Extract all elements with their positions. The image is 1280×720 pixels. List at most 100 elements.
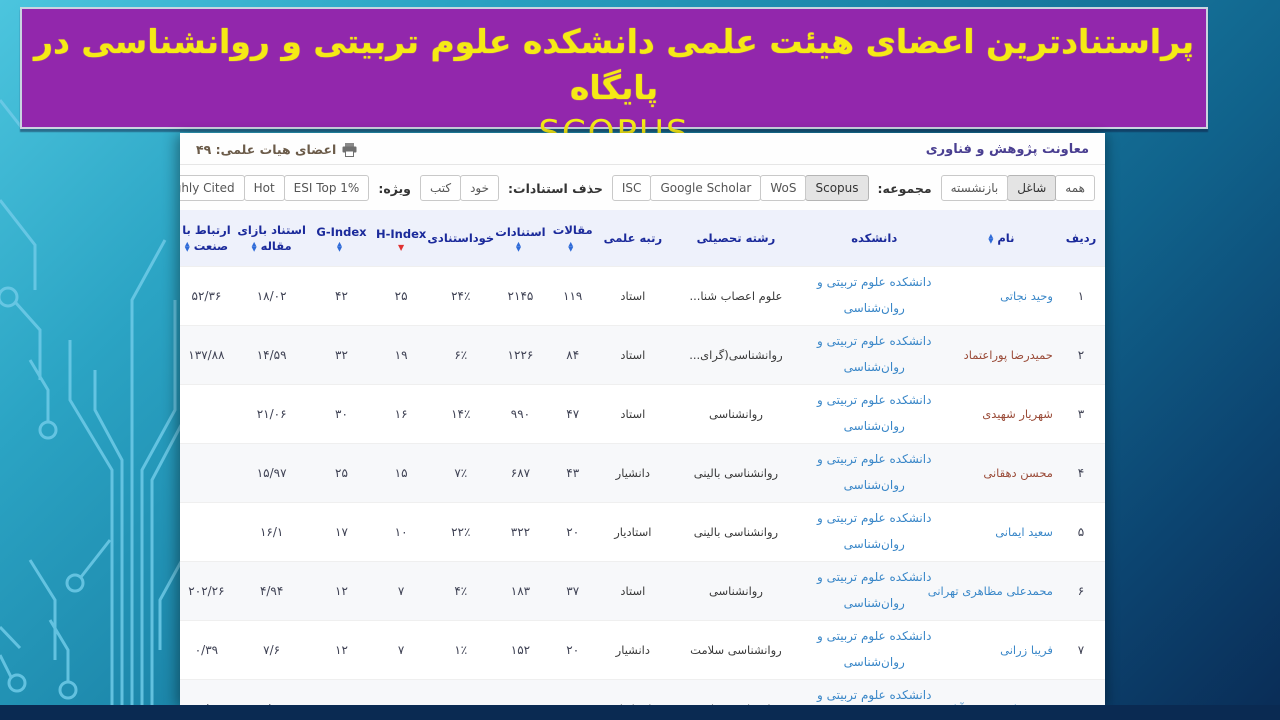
cell-papers: ۲۰ xyxy=(566,525,580,539)
column-header-name[interactable]: نام ▲ ▼ xyxy=(946,230,1057,246)
table-row: ۷ فریبا زرانی دانشکده علوم تربیتی و روان‌ش… xyxy=(180,620,1105,679)
sort-icon[interactable]: ▲ ▼ xyxy=(185,240,190,252)
cell-faculty: دانشکده علوم تربیتی و روان‌شناسی xyxy=(803,447,946,499)
filter-toolbar: همه شاغل بازنشسته مجموعه: Scopus WoS Google Sc… xyxy=(180,165,1105,210)
cell-h_index: ۱۶ xyxy=(394,407,408,421)
column-header-label: مقالات ▲ ▼ xyxy=(552,223,593,253)
cell-h_index: ۱۹ xyxy=(394,348,408,362)
sort-desc-icon[interactable]: ▼ xyxy=(398,243,404,251)
cell-cites_per_paper: ۱۶/۱ xyxy=(259,525,284,539)
cell-name: محمدعلی مظاهری تهرانی xyxy=(928,584,1057,598)
faculty-link[interactable]: دانشکده علوم تربیتی و روان‌شناسی xyxy=(813,447,935,499)
status-tab-retired[interactable]: بازنشسته xyxy=(940,175,1009,201)
column-header-label: استنادات xyxy=(495,225,546,239)
column-header-cites_per_paper[interactable]: استناد بازای مقاله ▲ ▼ xyxy=(233,222,311,254)
members-count: اعضای هیات علمی: ۴۹ xyxy=(196,142,357,157)
column-header-papers[interactable]: مقالات ▲ ▼ xyxy=(549,222,596,254)
cell-citations: ۲۱۴۵ xyxy=(507,289,534,303)
table-row: ۶ محمدعلی مظاهری تهرانی دانشکده علوم تربیت… xyxy=(180,561,1105,620)
cell-g_index: ۳۰ xyxy=(335,407,348,421)
column-header-citations[interactable]: استنادات ▲ ▼ xyxy=(492,224,549,252)
cell-papers: ۲۰ xyxy=(566,643,580,657)
remove-citations-btn-self[interactable]: خود xyxy=(460,175,500,201)
column-header-field: رشته تحصیلی xyxy=(669,230,802,246)
cell-papers: ۸۴ xyxy=(566,348,580,362)
cell-name: فریبا زرانی xyxy=(946,643,1057,657)
special-btn-esi-top-1[interactable]: ESI Top 1% xyxy=(283,175,370,201)
sort-icon[interactable]: ▲ ▼ xyxy=(516,241,521,253)
sort-icon[interactable]: ▲ ▼ xyxy=(252,240,257,252)
cell-self_citation: ۴٪ xyxy=(454,584,468,598)
cell-cites_per_paper: ۱۴/۵۹ xyxy=(256,348,287,362)
dept-title: معاونت پژوهش و فناوری xyxy=(925,142,1089,157)
cell-citations: ۱۵۲ xyxy=(510,643,531,657)
table-row: ۳ شهریار شهیدی دانشکده علوم تربیتی و روان‌… xyxy=(180,384,1105,443)
title-banner: پراستنادترین اعضای هیئت علمی دانشکده علو… xyxy=(20,7,1208,153)
faculty-link[interactable]: دانشکده علوم تربیتی و روان‌شناسی xyxy=(813,506,935,558)
status-tab-all[interactable]: همه xyxy=(1055,175,1095,201)
cell-rank: ۷ xyxy=(1077,643,1085,657)
faculty-link[interactable]: دانشکده علوم تربیتی و روان‌شناسی xyxy=(813,329,935,381)
cell-rank: ۳ xyxy=(1077,407,1085,421)
cell-degree: دانشیار xyxy=(615,643,650,657)
cell-h_index: ۲۵ xyxy=(394,289,408,303)
members-count-label: اعضای هیات علمی: ۴۹ xyxy=(196,142,337,157)
faculty-link[interactable]: دانشکده علوم تربیتی و روان‌شناسی xyxy=(813,270,935,322)
table-row: ۴ محسن دهقانی دانشکده علوم تربیتی و روان‌ش… xyxy=(180,443,1105,502)
faculty-member-link[interactable]: سعید ایمانی xyxy=(995,525,1053,539)
special-btn-hot[interactable]: Hot xyxy=(243,175,285,201)
column-header-label: رشته تحصیلی xyxy=(696,231,776,245)
cell-cites_per_paper: ۱۵/۹۷ xyxy=(256,466,287,480)
column-header-h_index[interactable]: H-Index ▼ xyxy=(372,226,429,252)
printer-icon[interactable] xyxy=(342,142,357,157)
column-header-self_citation: خوداستنادی xyxy=(427,230,495,246)
cell-faculty: دانشکده علوم تربیتی و روان‌شناسی xyxy=(803,270,946,322)
faculty-member-link[interactable]: حمیدرضا پوراعتماد xyxy=(964,348,1053,362)
collection-btn-wos[interactable]: WoS xyxy=(760,175,807,201)
column-header-g_index[interactable]: G-Index ▲ ▼ xyxy=(310,224,372,252)
faculty-member-link[interactable]: فریبا زرانی xyxy=(1000,643,1053,657)
collection-btn-google-scholar[interactable]: Google Scholar xyxy=(650,175,762,201)
cell-faculty: دانشکده علوم تربیتی و روان‌شناسی xyxy=(803,624,946,676)
column-header-label: H-Index xyxy=(375,226,427,241)
cell-g_index: ۳۲ xyxy=(335,348,348,362)
column-header-label: خوداستنادی xyxy=(427,231,495,245)
cell-citations: ۶۸۷ xyxy=(510,466,531,480)
faculty-member-link[interactable]: شهریار شهیدی xyxy=(982,407,1053,421)
table-row: ۸وحید صادقی فیروزآبادیدانشکده علوم تربیت… xyxy=(180,679,1105,705)
bottom-bar xyxy=(0,705,1280,720)
cell-h_index: ۷ xyxy=(397,584,405,598)
sort-icon[interactable]: ▲ ▼ xyxy=(988,232,993,244)
faculty-link[interactable]: دانشکده علوم تربیتی و روان‌شناسی xyxy=(813,624,935,676)
cell-papers: ۴۷ xyxy=(566,407,580,421)
special-btn-highly-cited[interactable]: Highly Cited xyxy=(180,175,245,201)
faculty-link[interactable]: دانشکده علوم تربیتی و روان‌شناسی xyxy=(813,388,935,440)
column-header-industry[interactable]: ارتباط با صنعت ▲ ▼ xyxy=(180,222,233,254)
cell-rank: ۶ xyxy=(1077,584,1085,598)
faculty-member-link[interactable]: وحید نجاتی xyxy=(1000,289,1053,303)
slide-background: پراستنادترین اعضای هیئت علمی دانشکده علو… xyxy=(0,0,1280,720)
faculty-member-link[interactable]: محمدعلی مظاهری تهرانی xyxy=(928,584,1053,598)
table-row: ۱ وحید نجاتی دانشکده علوم تربیتی و روان‌شن… xyxy=(180,266,1105,325)
sort-icon[interactable]: ▲ ▼ xyxy=(568,240,573,252)
cell-papers: ۴۳ xyxy=(566,466,580,480)
special-btn-group: ESI Top 1%HotHighly Cited xyxy=(180,175,370,201)
remove-citations-btn-books[interactable]: کتب xyxy=(419,175,462,201)
faculty-member-link[interactable]: محسن دهقانی xyxy=(983,466,1053,480)
cell-citations: ۳۲۲ xyxy=(510,525,531,539)
status-tab-active[interactable]: شاغل xyxy=(1007,175,1057,201)
faculty-link[interactable]: دانشکده علوم تربیتی و روان‌شناسی xyxy=(813,565,935,617)
cell-g_index: ۴۲ xyxy=(335,289,348,303)
special-label: ویژه: xyxy=(378,180,411,196)
collection-btn-scopus[interactable]: Scopus xyxy=(805,175,869,201)
remove-citations-label: حذف استنادات: xyxy=(508,180,603,196)
banner-title-fa: پراستنادترین اعضای هیئت علمی دانشکده علو… xyxy=(33,22,1195,107)
cell-g_index: ۱۷ xyxy=(335,525,348,539)
cell-g_index: ۲۵ xyxy=(335,466,348,480)
collection-btn-isc[interactable]: ISC xyxy=(611,175,652,201)
cell-cites_per_paper: ۲۱/۰۶ xyxy=(256,407,287,421)
table-row: ۵ سعید ایمانی دانشکده علوم تربیتی و روان‌ش… xyxy=(180,502,1105,561)
cell-papers: ۱۱۹ xyxy=(563,289,583,303)
faculty-link[interactable]: دانشکده علوم تربیتی و روان‌شناسی xyxy=(813,683,935,705)
sort-icon[interactable]: ▲ ▼ xyxy=(337,241,342,253)
